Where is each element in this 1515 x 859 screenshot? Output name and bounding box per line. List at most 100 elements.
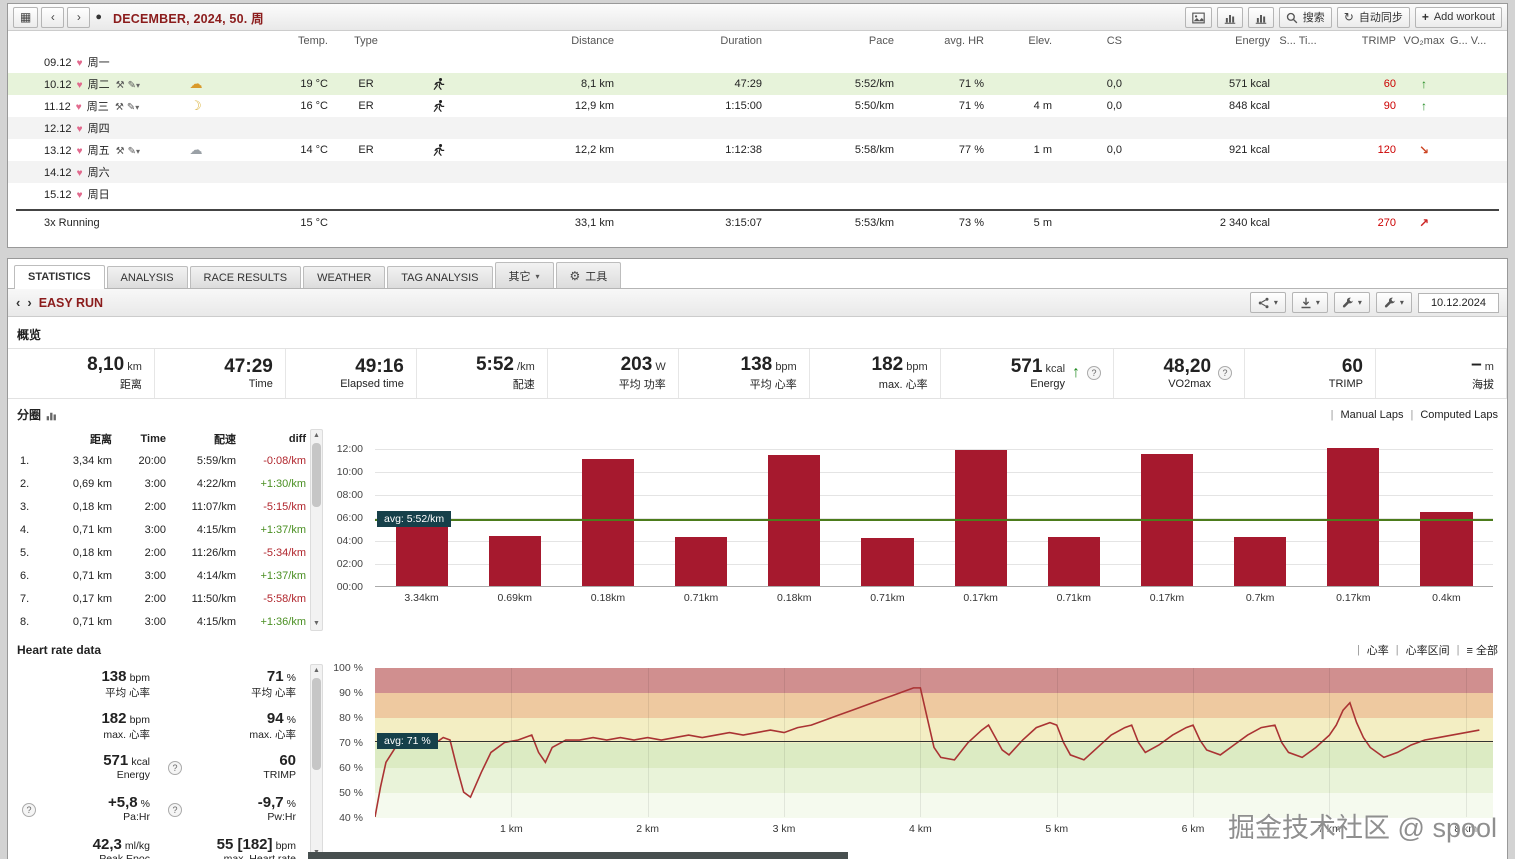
next-workout-button[interactable]: › [27,295,31,310]
lap-bar-6[interactable] [861,538,913,586]
help-icon[interactable]: ? [22,803,36,817]
week-row-09.12[interactable]: 09.12 ♥ 周一 [8,51,1507,73]
week-row-14.12[interactable]: 14.12 ♥ 周六 [8,161,1507,183]
metric-label: Elapsed time [340,378,404,390]
summary-trimp: 270 [1324,217,1398,229]
tab-other[interactable]: 其它▾ [495,262,554,288]
autosync-button[interactable]: ↻自动同步 [1337,7,1410,28]
heart-icon[interactable]: ♥ [77,190,83,201]
current-week-icon[interactable]: ● [95,11,102,23]
pencil-icon[interactable]: ✎ [128,146,136,157]
tab-race-results[interactable]: RACE RESULTS [190,266,302,288]
temp-cell: 14 °C [244,144,330,156]
workout-date[interactable]: 10.12.2024 [1418,293,1499,313]
help-icon[interactable]: ? [168,803,182,817]
week-row-11.12[interactable]: 11.12 ♥ 周三 ⚒✎▾☽16 °CER12,9 km1:15:005:50… [8,95,1507,117]
tab-tag-analysis[interactable]: TAG ANALYSIS [387,266,492,288]
image-view-button[interactable] [1185,7,1212,28]
heart-icon[interactable]: ♥ [77,168,83,179]
heart-icon[interactable]: ♥ [77,80,83,91]
tab-bar: STATISTICSANALYSISRACE RESULTSWEATHERTAG… [8,259,1507,289]
week-row-15.12[interactable]: 15.12 ♥ 周日 [8,183,1507,205]
lap-bar-1[interactable] [396,517,448,586]
runner-icon [402,99,474,113]
weather-icon: ☽ [148,99,244,114]
help-icon[interactable]: ? [1218,366,1232,380]
chart-view-button-2[interactable] [1248,7,1274,28]
metric-unit: bpm [906,361,927,373]
week-row-13.12[interactable]: 13.12 ♥ 周五 ⚒✎▾☁14 °CER12,2 km1:12:385:58… [8,139,1507,161]
scroll-track[interactable] [311,677,322,847]
scroll-up-icon[interactable]: ▲ [313,665,320,677]
lap-bar-2[interactable] [489,536,541,586]
link-1[interactable]: Computed Laps [1420,409,1498,421]
tab-tools[interactable]: ⚙工具 [556,262,622,288]
lap-row-7.: 7.0,17 km2:0011:50/km-5:58/km [16,587,308,610]
scroll-thumb[interactable] [312,678,321,770]
prev-week-button[interactable]: ‹ [41,7,64,28]
metric-value: – [1471,354,1482,375]
overview-metric-elapsed-time: 49:16Elapsed time [286,349,417,398]
lap-bar-4[interactable] [675,537,727,586]
calendar-button[interactable]: ▦ [13,7,38,28]
week-row-10.12[interactable]: 10.12 ♥ 周二 ⚒✎▾☁19 °CER8,1 km47:295:52/km… [8,73,1507,95]
lap-bar-8[interactable] [1048,537,1100,586]
hr-scrollbar[interactable]: ▲ ▼ [310,664,323,859]
heart-icon[interactable]: ♥ [77,124,83,135]
lap-bar-11[interactable] [1327,448,1379,586]
lap-time: 20:00 [114,455,168,467]
tab-analysis[interactable]: ANALYSIS [107,266,188,288]
link-1[interactable]: 心率区间 [1406,642,1450,658]
help-icon[interactable]: ? [1087,366,1101,380]
x-tick-label: 0.18km [561,592,654,604]
week-row-12.12[interactable]: 12.12 ♥ 周四 [8,117,1507,139]
laps-scrollbar[interactable]: ▲ ▼ [310,429,323,631]
lap-distance: 0,17 km [42,593,114,605]
help-icon[interactable]: ? [168,761,182,775]
metric-value: 47:29 [224,356,273,377]
pencil-icon[interactable]: ✎ [127,102,135,113]
scroll-up-icon[interactable]: ▲ [313,430,320,442]
lap-bar-10[interactable] [1234,537,1286,586]
wrench-icon[interactable]: ⚒ [116,146,125,157]
prev-workout-button[interactable]: ‹ [16,295,20,310]
heart-icon[interactable]: ♥ [77,146,83,157]
laps-links: |Manual Laps|Computed Laps [1331,409,1498,421]
chart-view-button[interactable] [1217,7,1243,28]
duration-cell: 1:12:38 [616,144,764,156]
lap-bar-7[interactable] [955,450,1007,586]
link-2[interactable]: ≡ 全部 [1467,642,1498,658]
share-button[interactable]: ▾ [1250,292,1286,313]
pace-cell: 5:50/km [764,100,896,112]
pencil-icon[interactable]: ✎ [128,80,136,91]
chevron-down-icon: ▾ [1316,298,1320,307]
add-workout-button[interactable]: +Add workout [1415,7,1502,28]
x-tick-label: 0.17km [1120,592,1213,604]
link-0[interactable]: Manual Laps [1340,409,1403,421]
laps-body: 距离Time配速diff 1.3,34 km20:005:59/km-0:08/… [8,427,1507,635]
lap-bar-3[interactable] [582,459,634,586]
next-week-button[interactable]: › [67,7,90,28]
partial-next-section [308,852,848,859]
tab-weather[interactable]: WEATHER [303,266,385,288]
hr-metric-3: 94 %max. 心率 [162,706,308,748]
column-header: Temp. [244,35,330,47]
tools-button[interactable]: ▾ [1334,292,1370,313]
scroll-down-icon[interactable]: ▼ [313,618,320,630]
metric-label: max. Heart rate [224,853,296,859]
tab-statistics[interactable]: STATISTICS [14,265,105,289]
link-0[interactable]: 心率 [1367,642,1389,658]
lap-bar-12[interactable] [1420,512,1472,587]
wrench-icon[interactable]: ⚒ [115,102,124,113]
mini-chart-icon[interactable] [46,408,57,422]
download-button[interactable]: ▾ [1292,292,1328,313]
metric-label: max. 心率 [103,727,150,742]
heart-icon[interactable]: ♥ [77,58,83,69]
scroll-track[interactable] [311,442,322,618]
search-button[interactable]: 搜索 [1279,7,1332,28]
edit-tools-button[interactable]: ▾ [1376,292,1412,313]
wrench-icon[interactable]: ⚒ [116,80,125,91]
heart-icon[interactable]: ♥ [76,102,82,113]
scroll-thumb[interactable] [312,443,321,507]
summary-distance: 33,1 km [474,217,616,229]
